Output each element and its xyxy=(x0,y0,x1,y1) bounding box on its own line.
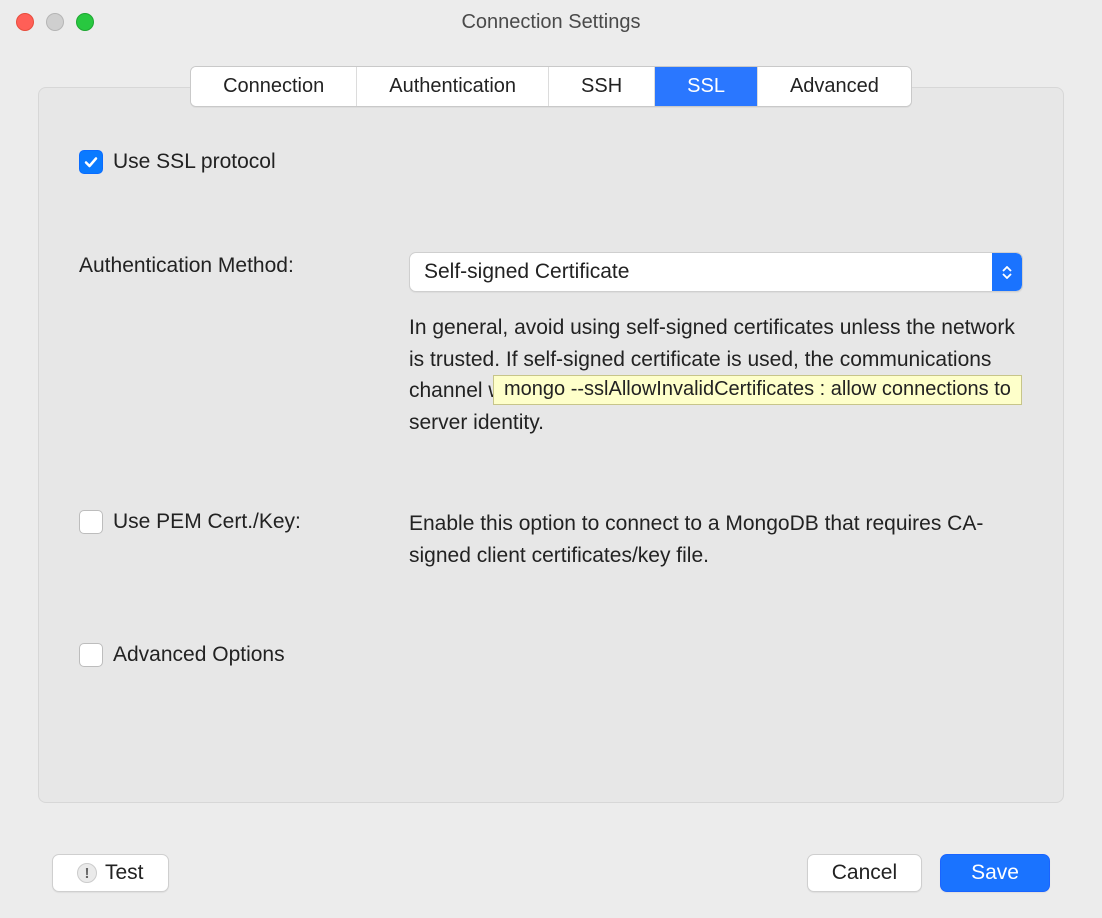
tab-ssh[interactable]: SSH xyxy=(549,67,655,106)
tab-connection[interactable]: Connection xyxy=(191,67,357,106)
auth-method-label: Authentication Method: xyxy=(79,254,294,278)
use-pem-checkbox[interactable] xyxy=(79,510,103,534)
exclamation-icon: ! xyxy=(77,863,97,883)
settings-panel: Use SSL protocol Authentication Method: … xyxy=(38,87,1064,803)
cancel-button[interactable]: Cancel xyxy=(807,854,922,892)
test-button-label: Test xyxy=(105,861,144,885)
auth-method-select[interactable]: Self-signed Certificate xyxy=(409,252,1023,292)
minimize-window-button[interactable] xyxy=(46,13,64,31)
window-title: Connection Settings xyxy=(0,11,1102,34)
tooltip: mongo --sslAllowInvalidCertificates : al… xyxy=(493,375,1022,405)
test-button[interactable]: ! Test xyxy=(52,854,169,892)
use-ssl-label: Use SSL protocol xyxy=(113,150,276,174)
chevron-updown-icon xyxy=(992,253,1022,291)
tab-ssl[interactable]: SSL xyxy=(655,67,758,106)
cancel-button-label: Cancel xyxy=(832,861,897,885)
check-icon xyxy=(83,154,99,170)
dialog-footer: ! Test Cancel Save xyxy=(0,854,1102,892)
use-pem-label: Use PEM Cert./Key: xyxy=(113,510,301,534)
use-pem-description: Enable this option to connect to a Mongo… xyxy=(409,508,1023,571)
close-window-button[interactable] xyxy=(16,13,34,31)
advanced-options-label: Advanced Options xyxy=(113,643,285,667)
titlebar: Connection Settings xyxy=(0,0,1102,44)
advanced-options-checkbox[interactable] xyxy=(79,643,103,667)
tab-authentication[interactable]: Authentication xyxy=(357,67,549,106)
traffic-lights xyxy=(0,13,94,31)
zoom-window-button[interactable] xyxy=(76,13,94,31)
tab-advanced[interactable]: Advanced xyxy=(758,67,911,106)
tab-strip: Connection Authentication SSH SSL Advanc… xyxy=(0,66,1102,107)
auth-method-value: Self-signed Certificate xyxy=(424,260,629,284)
save-button-label: Save xyxy=(971,861,1019,885)
save-button[interactable]: Save xyxy=(940,854,1050,892)
use-ssl-checkbox[interactable] xyxy=(79,150,103,174)
